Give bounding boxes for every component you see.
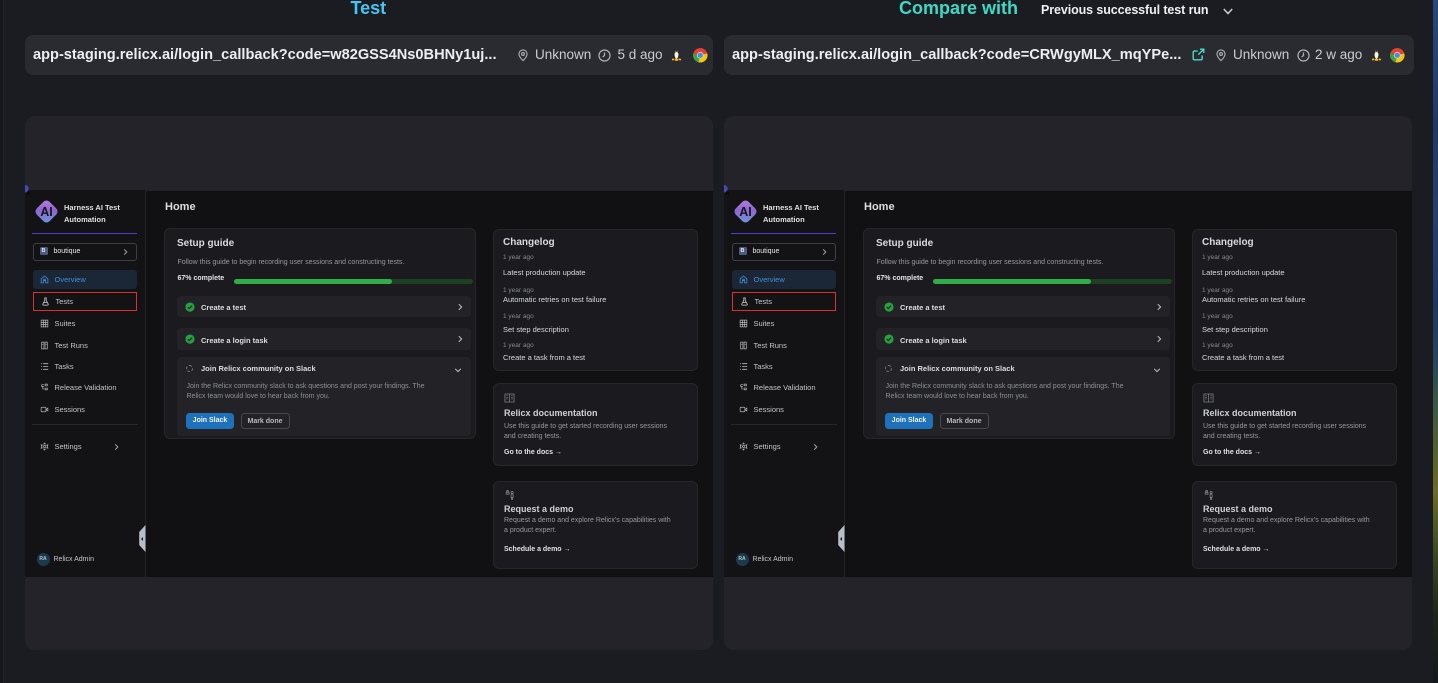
svg-text:AI: AI	[40, 205, 53, 219]
svg-text:AI: AI	[739, 205, 752, 219]
